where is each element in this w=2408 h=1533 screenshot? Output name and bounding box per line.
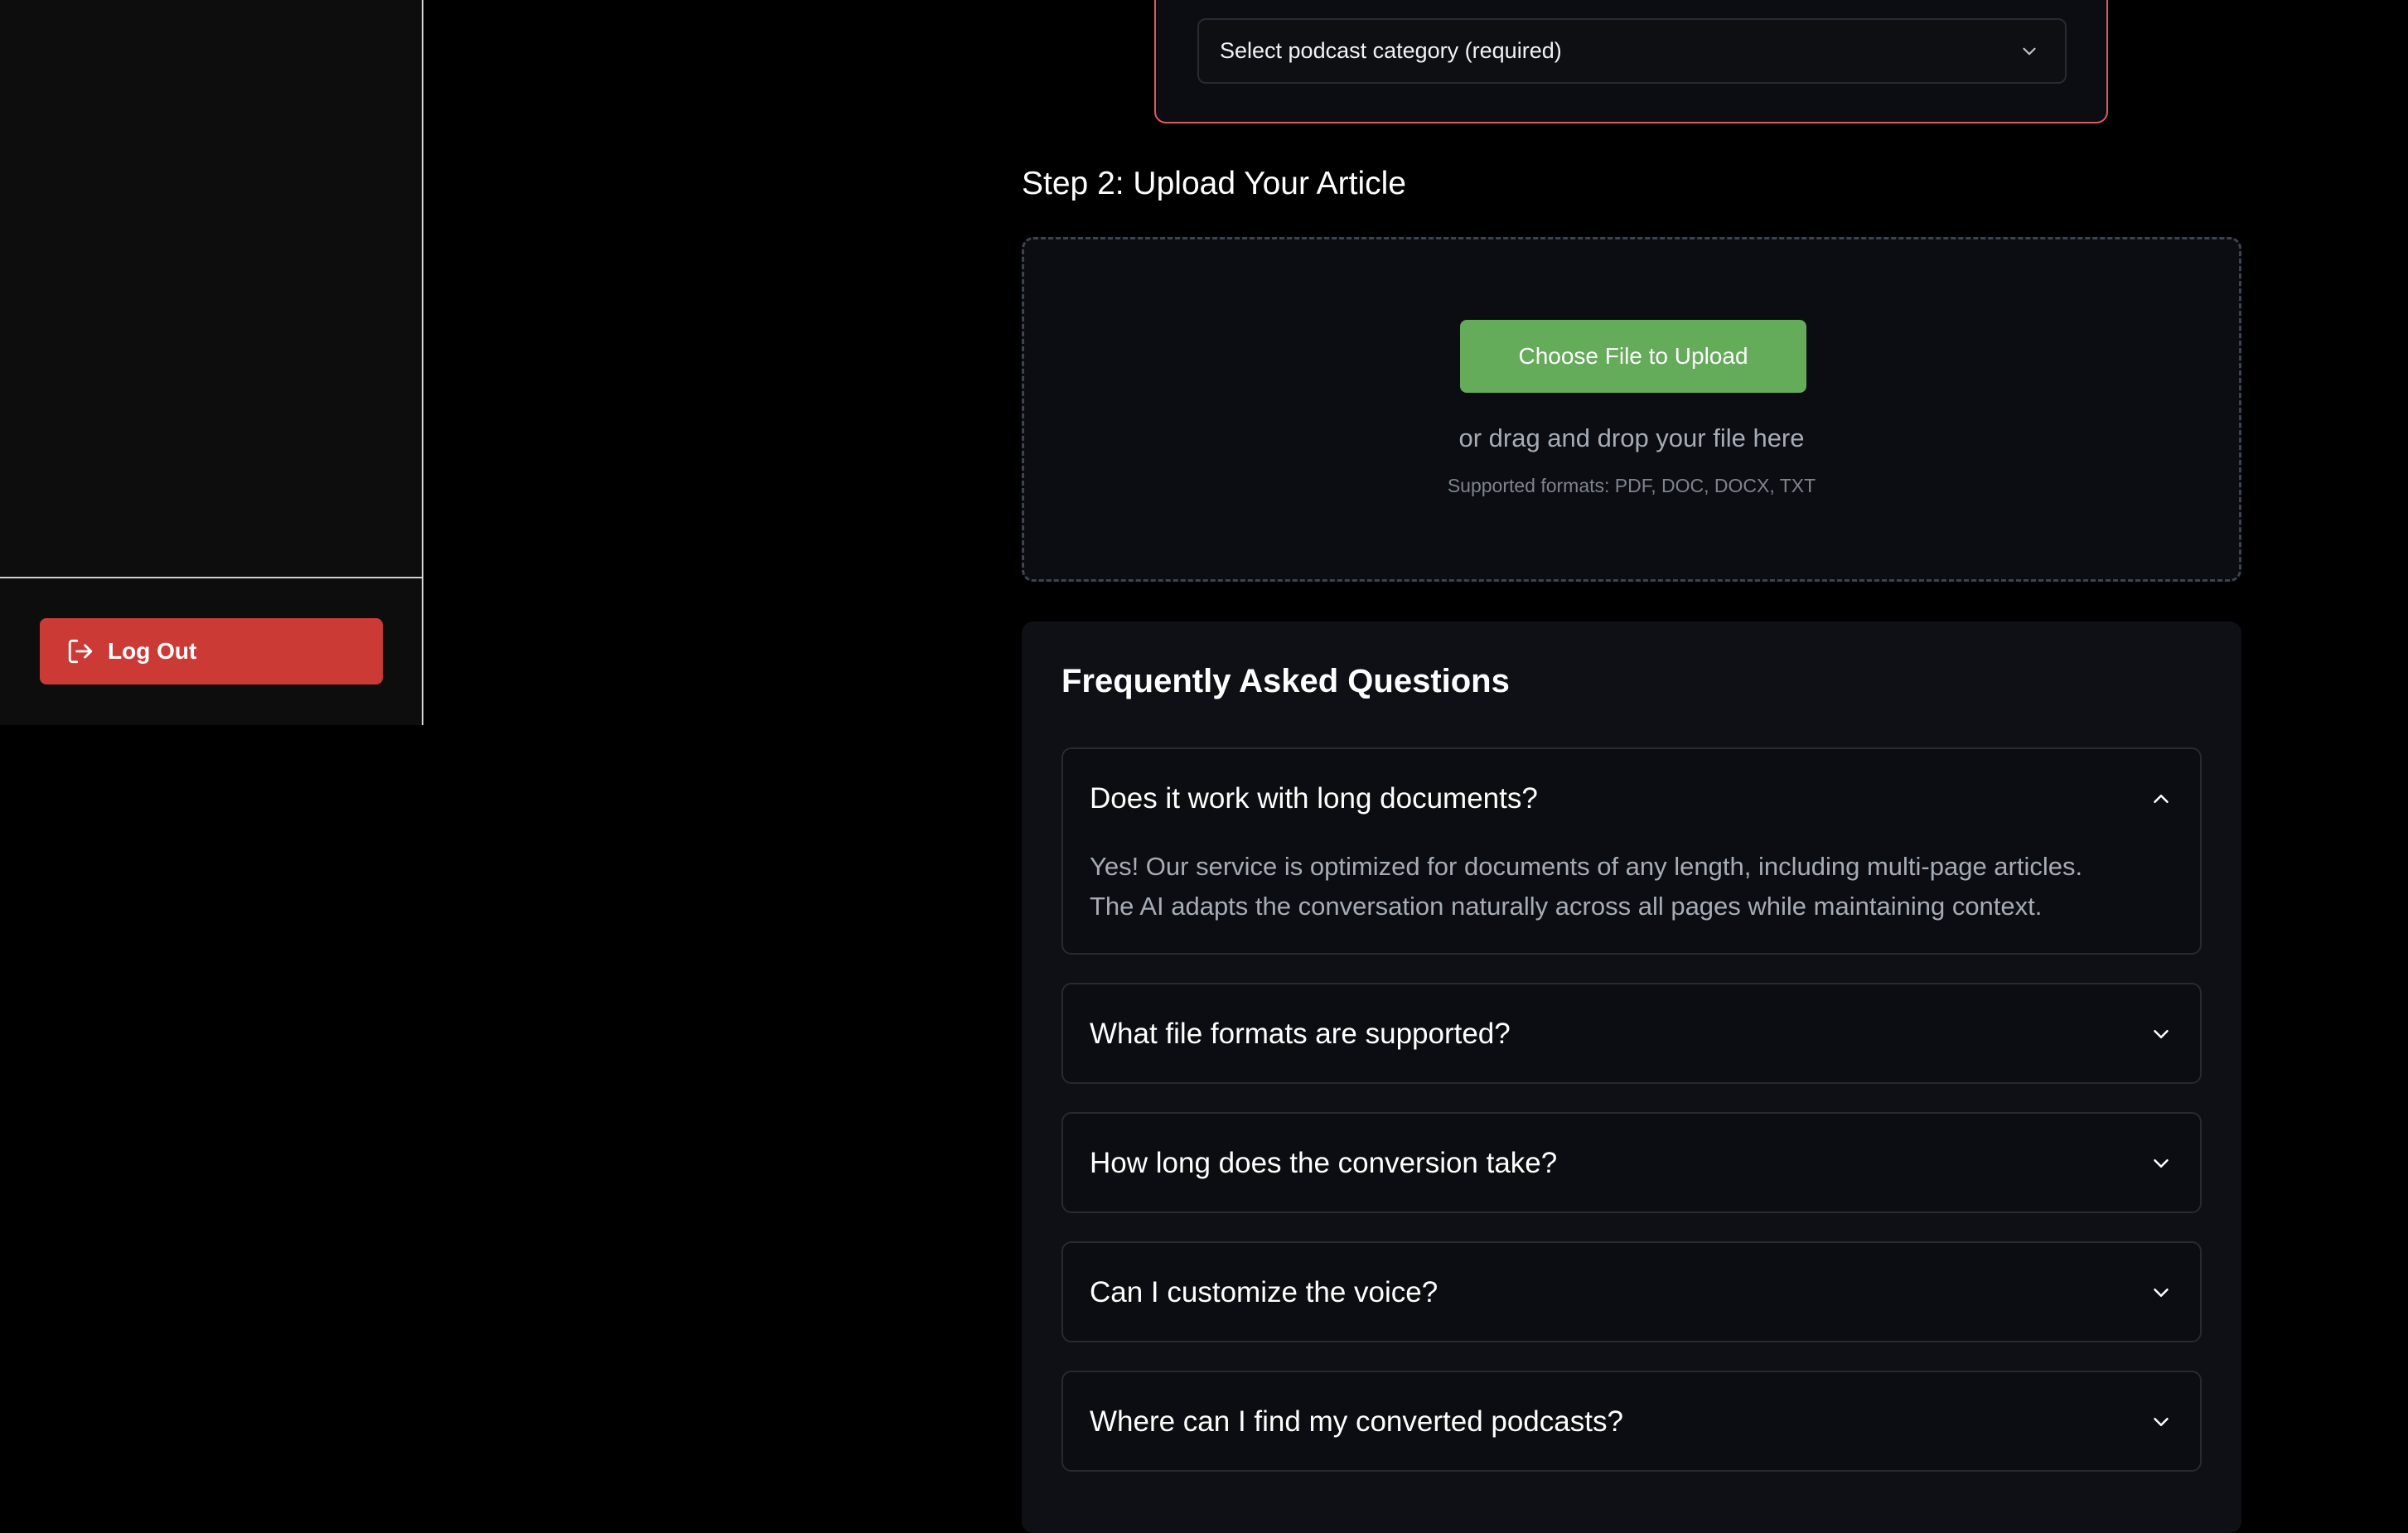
faq-question: What file formats are supported?	[1090, 1018, 1511, 1050]
sidebar-divider	[0, 577, 422, 578]
faq-question: How long does the conversion take?	[1090, 1147, 1558, 1179]
faq-title: Frequently Asked Questions	[1061, 663, 1510, 699]
chevron-down-icon	[2149, 1280, 2173, 1305]
logout-button[interactable]: Log Out	[40, 618, 383, 684]
faq-question: Does it work with long documents?	[1090, 782, 1538, 815]
faq-item-customize-voice: Can I customize the voice?	[1061, 1241, 2202, 1342]
faq-question-toggle[interactable]: Can I customize the voice?	[1090, 1243, 2173, 1342]
logout-icon	[66, 637, 94, 665]
chevron-down-icon	[2149, 1022, 2173, 1047]
chevron-down-icon	[2019, 41, 2040, 62]
faq-answer-line: The AI adapts the conversation naturally…	[1090, 892, 2043, 921]
category-select-label: Select podcast category (required)	[1220, 38, 1562, 63]
faq-answer: Yes! Our service is optimized for docume…	[1090, 847, 2167, 926]
category-card: Select podcast category (required)	[1154, 0, 2108, 123]
drag-drop-text: or drag and drop your file here	[1458, 423, 1805, 452]
faq-item-file-formats: What file formats are supported?	[1061, 983, 2202, 1084]
faq-question: Can I customize the voice?	[1090, 1276, 1439, 1308]
faq-item-find-podcasts: Where can I find my converted podcasts?	[1061, 1371, 2202, 1472]
faq-question-toggle[interactable]: How long does the conversion take?	[1090, 1114, 2173, 1213]
chevron-down-icon	[2149, 1410, 2173, 1434]
faq-question-toggle[interactable]: Where can I find my converted podcasts?	[1090, 1372, 2173, 1472]
faq-panel: Frequently Asked Questions Does it work …	[1022, 621, 2241, 1533]
file-dropzone[interactable]: Choose File to Upload or drag and drop y…	[1022, 237, 2241, 582]
step-2-title: Step 2: Upload Your Article	[1022, 166, 1406, 201]
chevron-down-icon	[2149, 1151, 2173, 1176]
faq-question: Where can I find my converted podcasts?	[1090, 1405, 1623, 1438]
podcast-category-select[interactable]: Select podcast category (required)	[1197, 18, 2067, 84]
logout-label: Log Out	[108, 638, 197, 664]
faq-question-toggle[interactable]: Does it work with long documents?	[1090, 749, 2173, 849]
faq-answer-line: Yes! Our service is optimized for docume…	[1090, 852, 2083, 881]
faq-item-long-documents: Does it work with long documents? Yes! O…	[1061, 747, 2202, 955]
sidebar: Log Out	[0, 0, 423, 725]
faq-item-conversion-time: How long does the conversion take?	[1061, 1112, 2202, 1213]
choose-file-button[interactable]: Choose File to Upload	[1460, 320, 1806, 393]
chevron-up-icon	[2149, 786, 2173, 811]
faq-question-toggle[interactable]: What file formats are supported?	[1090, 984, 2173, 1084]
supported-formats-text: Supported formats: PDF, DOC, DOCX, TXT	[1447, 475, 1816, 496]
